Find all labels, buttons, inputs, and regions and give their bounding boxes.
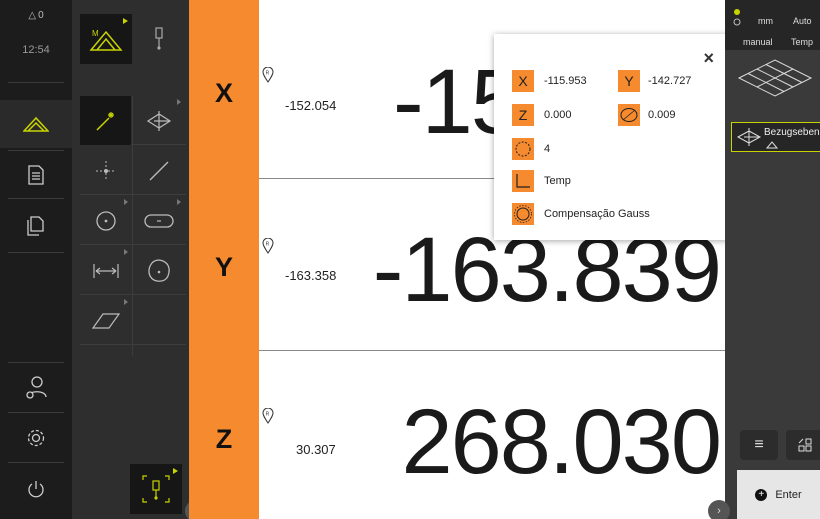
- rectangle-icon: [91, 312, 120, 329]
- nav-measure[interactable]: [0, 100, 72, 148]
- probe-mode-button[interactable]: [130, 464, 182, 514]
- plus-icon: +: [755, 488, 768, 501]
- close-icon[interactable]: ×: [703, 48, 714, 69]
- tool-point[interactable]: [80, 146, 131, 195]
- feature-details-popup: × X -115.953 Y -142.727 Z 0.000 0.009 4 …: [494, 34, 728, 240]
- z-reference-value: 30.307: [296, 442, 336, 457]
- points-chip: [512, 138, 534, 160]
- popup-points-value: 4: [544, 143, 551, 155]
- clock: 12:54: [22, 44, 50, 56]
- z-position-value: 268.030: [401, 391, 722, 493]
- auto-detect-icon: [95, 111, 114, 131]
- reference-selector[interactable]: Temp: [791, 37, 813, 47]
- measure-icon: [23, 116, 49, 132]
- messages-count: 0: [38, 9, 44, 21]
- tool-auto-detect[interactable]: [80, 96, 131, 145]
- files-icon: [27, 216, 44, 236]
- y-reference-value: -163.358: [285, 268, 337, 283]
- enter-label: Enter: [775, 488, 802, 501]
- flatness-chip: [618, 104, 640, 126]
- status-indicator-icon: [733, 9, 741, 26]
- power-icon: [28, 481, 44, 498]
- list-view-button[interactable]: ≡: [740, 430, 778, 460]
- tool-slot[interactable]: [133, 196, 184, 245]
- flatness-icon: [620, 108, 638, 122]
- popup-z-value: 0.000: [544, 109, 572, 121]
- user-settings-icon: [26, 376, 47, 399]
- nav-switch-off[interactable]: [0, 470, 72, 510]
- distance-icon: [92, 263, 119, 278]
- quick-access-header: mm Auto manual Temp: [725, 0, 820, 50]
- tool-blob[interactable]: [133, 246, 184, 295]
- tool-plane[interactable]: [133, 96, 184, 145]
- nav-file-management[interactable]: [0, 206, 72, 246]
- feature-label: Bezugsebene: [764, 127, 820, 138]
- enter-button[interactable]: + Enter: [737, 470, 820, 519]
- nav-user-login[interactable]: [0, 368, 72, 408]
- measure-mode-button[interactable]: M: [80, 14, 132, 64]
- svg-text:R: R: [266, 412, 270, 418]
- reference-pin-icon: R: [262, 408, 274, 424]
- tool-rectangle[interactable]: [80, 296, 131, 345]
- settings-icon: [27, 429, 45, 447]
- measured-points-icon: [515, 141, 531, 157]
- mode-selector[interactable]: Auto: [793, 16, 812, 26]
- coordinate-system-icon: [516, 174, 530, 188]
- x-reference-value: -152.054: [285, 98, 337, 113]
- messages-icon: △: [28, 9, 37, 21]
- reference-pin-icon: R: [262, 238, 274, 254]
- popup-compensation-value: Compensação Gauss: [544, 208, 650, 220]
- measure-mode-icon: M: [89, 29, 123, 51]
- compensation-chip: [512, 203, 534, 225]
- blob-icon: [147, 258, 170, 282]
- probe-mode-icon: [142, 475, 170, 503]
- chevron-right-icon: ›: [717, 505, 721, 517]
- tile-view-icon: [798, 438, 812, 452]
- z-chip: Z: [512, 104, 534, 126]
- popup-x-value: -115.953: [544, 75, 587, 87]
- axis-label-column: X Y Z: [189, 0, 259, 519]
- reference-pin-icon: R: [262, 67, 274, 83]
- svg-text:R: R: [266, 242, 270, 248]
- axis-label-y: Y: [214, 252, 233, 282]
- tool-line[interactable]: [133, 146, 184, 195]
- measure-tools-panel: M: [72, 0, 189, 519]
- measure-mode-selector[interactable]: manual: [743, 37, 773, 47]
- popup-y-value: -142.727: [648, 75, 692, 87]
- unit-selector[interactable]: mm: [758, 16, 773, 26]
- popup-reference-value: Temp: [544, 175, 571, 187]
- measure-icon: [766, 141, 778, 149]
- probe-button[interactable]: [134, 14, 184, 64]
- messages-indicator[interactable]: △ 0: [0, 4, 72, 26]
- feature-list-item-datum-plane[interactable]: Bezugsebene: [731, 122, 820, 152]
- axis-label-z: Z: [215, 424, 233, 454]
- probe-icon: [155, 27, 163, 50]
- point-icon: [95, 160, 116, 181]
- expand-inspector-button[interactable]: ›: [708, 500, 730, 519]
- slot-icon: [143, 213, 174, 228]
- popup-flatness-value: 0.009: [648, 109, 676, 121]
- plane-preview-icon: [737, 59, 813, 97]
- circle-icon: [95, 210, 116, 231]
- plane-feature-icon: [736, 128, 762, 146]
- svg-text:R: R: [266, 71, 270, 77]
- x-chip: X: [512, 70, 534, 92]
- plane-icon: [146, 110, 171, 131]
- axis-label-x: X: [214, 78, 233, 108]
- line-icon: [149, 161, 168, 180]
- document-icon: [28, 165, 44, 185]
- gauss-compensation-icon: [514, 205, 532, 223]
- tile-view-button[interactable]: [786, 430, 820, 460]
- svg-text:M: M: [92, 29, 99, 38]
- nav-settings[interactable]: [0, 418, 72, 458]
- list-icon: ≡: [754, 436, 764, 453]
- main-menu: △ 0 12:54: [0, 0, 72, 519]
- tool-circle[interactable]: [80, 196, 131, 245]
- y-chip: Y: [618, 70, 640, 92]
- tool-distance[interactable]: [80, 246, 131, 295]
- reference-chip: [512, 170, 534, 192]
- nav-protocol[interactable]: [0, 155, 72, 195]
